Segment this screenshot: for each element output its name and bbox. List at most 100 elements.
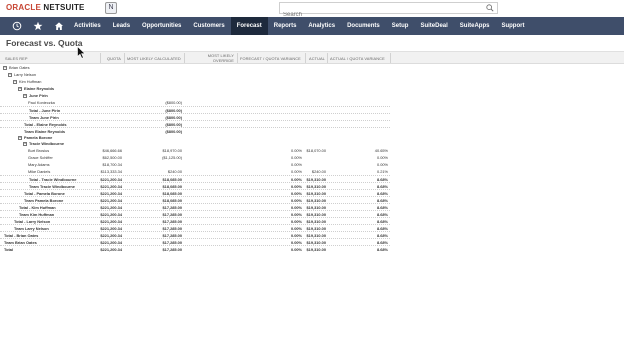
- cell-aqv: 0.00%: [376, 155, 388, 161]
- column-separator: [237, 53, 238, 63]
- column-header-forecast-quota-variance[interactable]: Forecast / Quota Variance: [240, 56, 301, 61]
- cell-quota: $46,666.66: [102, 148, 122, 154]
- table-row: Grace Schiffer $62,500.00 ($1,125.00) 0.00%…: [0, 154, 390, 161]
- column-header-most-likely-calculated[interactable]: Most Likely Calculated: [127, 56, 181, 61]
- sales-rep-name: Paul Konieczka: [28, 99, 55, 105]
- collapse-toggle-icon[interactable]: −: [3, 66, 7, 70]
- total-row: Team Tracie Windbourne $221,200.34 $18,085…: [0, 182, 390, 189]
- table-row: Burt Brosius $46,666.66 $18,970.00 0.00% $18…: [0, 147, 390, 154]
- cell-aqv: 0.00%: [376, 162, 388, 168]
- cell-fqv: 0.00%: [290, 246, 302, 252]
- collapse-toggle-icon[interactable]: −: [13, 79, 17, 84]
- collapse-toggle-icon[interactable]: −: [8, 72, 12, 77]
- cell-mlc: ($1,125.00): [162, 155, 182, 161]
- cell-mlc: $18,970.00: [162, 148, 182, 154]
- cell-mlc: $240.00: [167, 169, 182, 175]
- page-header: Forecast vs. Quota: [0, 35, 624, 51]
- nav-item-setup[interactable]: Setup: [386, 17, 415, 35]
- sales-rep-name: Total: [4, 246, 14, 252]
- total-row: Team Pamela Borone $221,200.34 $18,085.00 0…: [0, 196, 390, 203]
- star-icon[interactable]: [29, 17, 47, 35]
- nav-item-leads[interactable]: Leads: [107, 17, 136, 35]
- total-row: Total - Larry Nelson $221,200.34 $17,285.0…: [0, 216, 390, 224]
- nav-item-analytics[interactable]: Analytics: [302, 17, 341, 35]
- collapse-toggle-icon[interactable]: −: [18, 86, 22, 91]
- main-navigation: Activities Leads Opportunities Customers For…: [0, 17, 624, 35]
- collapse-toggle-icon[interactable]: −: [23, 93, 27, 98]
- column-header-quota[interactable]: Quota: [104, 56, 121, 61]
- total-row: Total - Kim Huffman $221,200.34 $17,285.00…: [0, 203, 390, 210]
- cell-quota: $18,700.34: [102, 162, 122, 168]
- nav-item-suitedeal[interactable]: SuiteDeal: [414, 17, 453, 35]
- sales-rep-name: Burt Brosius: [28, 148, 50, 154]
- logo-oracle: ORACLE: [6, 3, 41, 12]
- column-separator: [305, 53, 306, 63]
- column-header-most-likely-override[interactable]: Most Likely Override: [190, 53, 234, 63]
- collapse-toggle-icon[interactable]: −: [23, 142, 27, 147]
- total-row: Total - Brian Oates $221,200.34 $17,285.00…: [0, 230, 390, 238]
- netsuite-logo[interactable]: ORACLE NETSUITE: [6, 3, 85, 12]
- cell-actual: $19,310.00: [306, 246, 326, 252]
- cell-actual: $240.00: [311, 169, 326, 175]
- column-header-actual-quota-variance[interactable]: Actual / Quota Variance: [330, 56, 385, 61]
- cell-aqv: 8.68%: [376, 246, 388, 252]
- sales-rep-name: Mary Adams: [28, 162, 50, 168]
- sales-rep-name[interactable]: Elaine Reynolds: [24, 86, 54, 91]
- total-row: Total - Elaine Reynolds ($800.00): [0, 119, 390, 127]
- collapse-toggle-icon[interactable]: −: [18, 135, 22, 140]
- mouse-pointer-icon: [77, 46, 86, 59]
- top-bar: ORACLE NETSUITE N: [0, 0, 624, 20]
- column-separator: [390, 53, 391, 63]
- table-row: − Kim Huffman: [0, 78, 390, 85]
- sales-rep-name: Mike Daniels: [28, 169, 51, 175]
- table-row: Mike Daniels $113,333.34 $240.00 0.00% $240.…: [0, 168, 390, 175]
- cell-aqv: 40.65%: [374, 148, 388, 154]
- cell-actual: $18,070.00: [306, 148, 326, 154]
- nav-item-support[interactable]: Support: [495, 17, 530, 35]
- total-row: Team Elaine Reynolds ($800.00): [0, 126, 390, 134]
- nav-item-forecast[interactable]: Forecast: [230, 17, 268, 35]
- column-header-actual[interactable]: Actual: [309, 56, 325, 61]
- nav-item-documents[interactable]: Documents: [341, 17, 386, 35]
- global-search[interactable]: [279, 2, 498, 20]
- table-row: Paul Konieczka ($800.00): [0, 99, 390, 106]
- cell-fqv: 0.00%: [290, 169, 302, 175]
- table-row: Mary Adams $18,700.34 0.00% 0.00%: [0, 161, 390, 168]
- table-row: − Larry Nelson: [0, 71, 390, 78]
- cell-fqv: 0.00%: [290, 155, 302, 161]
- cell-aqv: 0.21%: [376, 169, 388, 175]
- sales-rep-name[interactable]: Kim Huffman: [19, 79, 41, 84]
- table-row: − Tracie Windbourne: [0, 140, 390, 147]
- table-row: − Pamela Borone: [0, 134, 390, 141]
- column-header-sales-rep[interactable]: Sales Rep: [5, 56, 28, 61]
- nav-item-opportunities[interactable]: Opportunities: [136, 17, 187, 35]
- sales-rep-name: Grace Schiffer: [28, 155, 53, 161]
- cell-quota: $113,333.34: [100, 169, 122, 175]
- total-row: Total - Tracie Windbourne $221,200.34 $18,…: [0, 175, 390, 182]
- cell-quota: $221,200.34: [100, 246, 122, 252]
- nav-item-reports[interactable]: Reports: [268, 17, 303, 35]
- sales-rep-name[interactable]: Pamela Borone: [24, 135, 52, 140]
- total-row: Team Larry Nelson $221,200.34 $17,285.00 0.…: [0, 223, 390, 231]
- sales-rep-name[interactable]: June Pirin: [29, 93, 48, 98]
- column-separator: [184, 53, 185, 63]
- sales-rep-name[interactable]: Larry Nelson: [14, 72, 36, 77]
- home-icon[interactable]: [50, 17, 68, 35]
- search-icon[interactable]: [486, 4, 494, 12]
- cell-fqv: 0.00%: [290, 162, 302, 168]
- total-row: Team Brian Oates $221,200.34 $17,285.00 0.0…: [0, 237, 390, 245]
- page-title: Forecast vs. Quota: [6, 38, 83, 48]
- nav-item-customers[interactable]: Customers: [187, 17, 230, 35]
- total-row: Total - Pamela Borone $221,200.34 $18,085.…: [0, 189, 390, 196]
- column-separator: [100, 53, 101, 63]
- sales-rep-name[interactable]: Brian Oates: [9, 65, 30, 70]
- sales-rep-name[interactable]: Tracie Windbourne: [29, 141, 64, 146]
- total-row: Team Kim Huffman $221,200.34 $17,285.00 0.0…: [0, 209, 390, 217]
- report-column-header: Sales Rep Quota Most Likely Calculated M…: [0, 51, 624, 64]
- table-row: − June Pirin: [0, 92, 390, 99]
- nav-item-activities[interactable]: Activities: [68, 17, 107, 35]
- nav-item-suiteapps[interactable]: SuiteApps: [454, 17, 496, 35]
- cell-fqv: 0.00%: [290, 148, 302, 154]
- recent-icon[interactable]: [8, 17, 26, 35]
- company-badge-icon[interactable]: N: [105, 2, 117, 14]
